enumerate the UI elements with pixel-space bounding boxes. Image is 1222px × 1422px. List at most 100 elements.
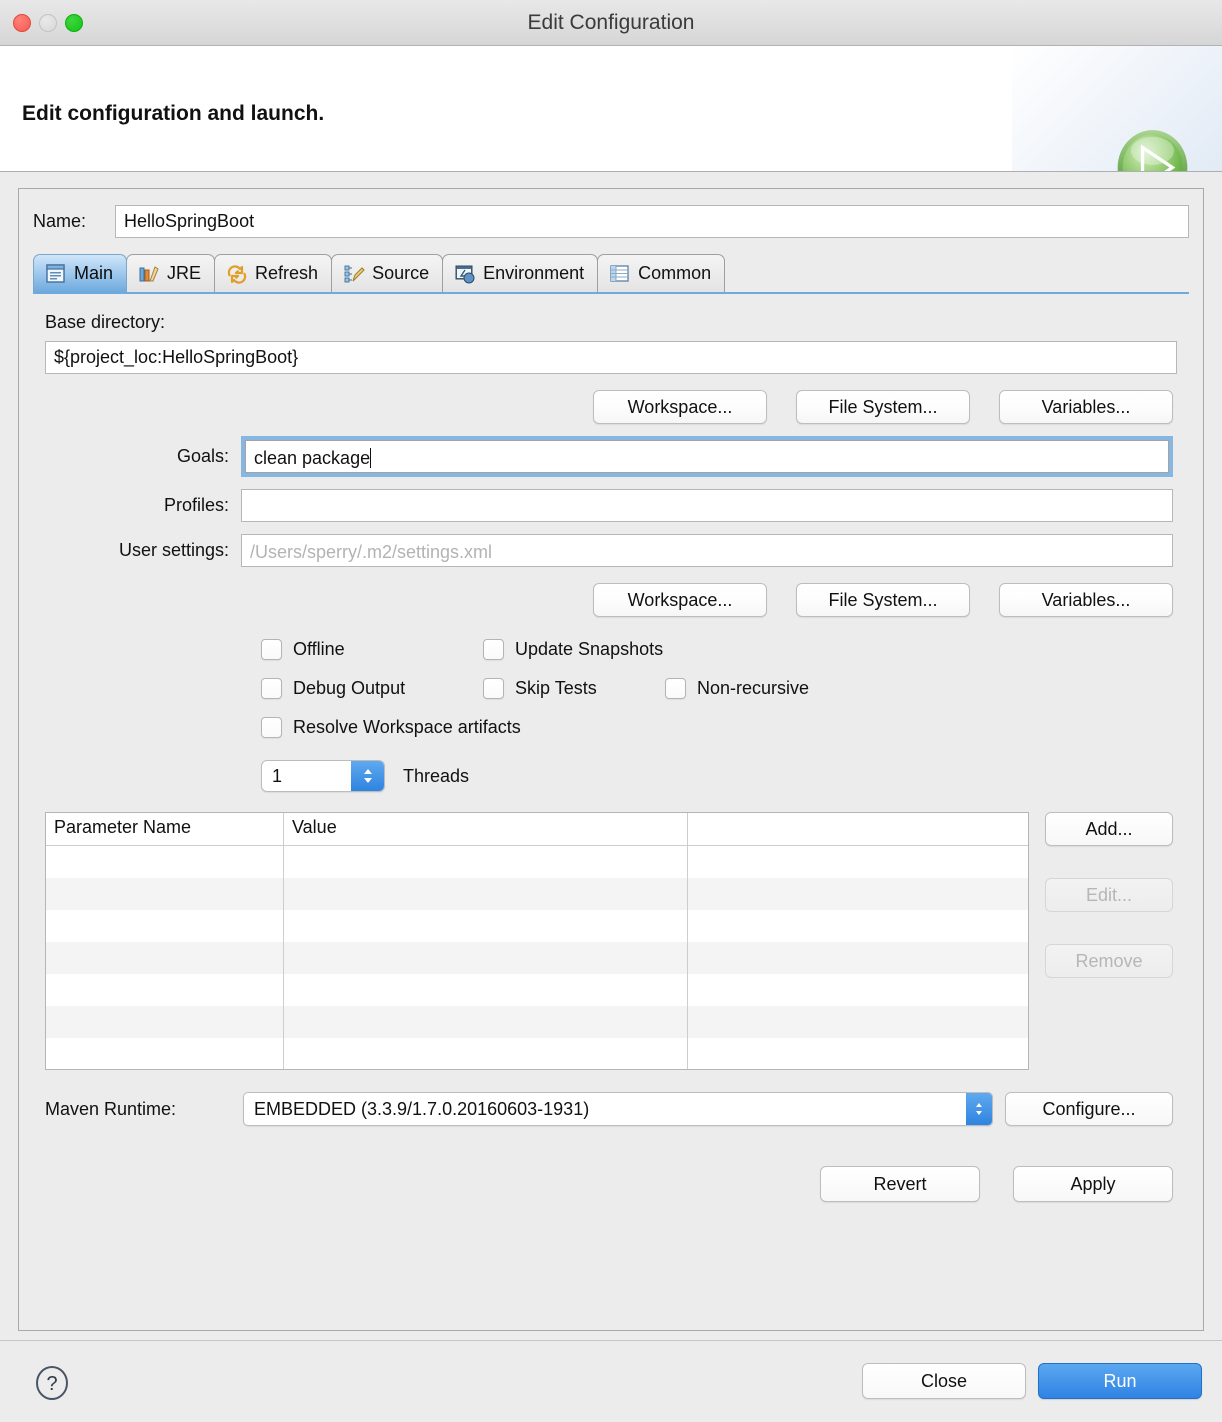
- checkbox-skip-tests-box[interactable]: [483, 678, 504, 699]
- tab-refresh[interactable]: Refresh: [214, 254, 333, 292]
- main-document-icon: [46, 263, 65, 283]
- checkbox-non-recursive[interactable]: Non-recursive: [665, 678, 809, 699]
- tab-environment[interactable]: Environment: [442, 254, 599, 292]
- base-directory-input[interactable]: [45, 341, 1177, 374]
- parameters-table-body: [46, 846, 1028, 1069]
- checkbox-skip-tests[interactable]: Skip Tests: [483, 678, 665, 699]
- table-row[interactable]: [46, 878, 1028, 910]
- file-system-button-top[interactable]: File System...: [796, 390, 970, 424]
- variables-button-bottom[interactable]: Variables...: [999, 583, 1173, 617]
- add-parameter-button[interactable]: Add...: [1045, 812, 1173, 846]
- checkbox-resolve-workspace-artifacts[interactable]: Resolve Workspace artifacts: [261, 717, 521, 738]
- tab-source-label: Source: [372, 263, 430, 283]
- table-row[interactable]: [46, 942, 1028, 974]
- configuration-groupbox: Name: Main: [18, 188, 1204, 1331]
- user-settings-placeholder: /Users/sperry/.m2/settings.xml: [250, 542, 493, 562]
- environment-icon: [455, 265, 475, 283]
- checkbox-skip-tests-label: Skip Tests: [515, 678, 597, 698]
- base-directory-label-row: Base directory:: [33, 304, 1189, 333]
- column-header-parameter-name[interactable]: Parameter Name: [46, 813, 284, 845]
- edit-parameter-button: Edit...: [1045, 878, 1173, 912]
- maven-runtime-label: Maven Runtime:: [45, 1098, 177, 1119]
- table-row[interactable]: [46, 846, 1028, 878]
- tab-common[interactable]: Common: [597, 254, 726, 292]
- variables-button-top[interactable]: Variables...: [999, 390, 1173, 424]
- maven-runtime-row: Maven Runtime: EMBEDDED (3.3.9/1.7.0.201…: [33, 1070, 1189, 1126]
- checkbox-update-snapshots[interactable]: Update Snapshots: [483, 639, 663, 660]
- run-green-play-icon: [1117, 130, 1188, 171]
- revert-button[interactable]: Revert: [820, 1166, 980, 1202]
- tab-main-label: Main: [74, 263, 114, 283]
- checkbox-offline-box[interactable]: [261, 639, 282, 660]
- window-titlebar: Edit Configuration: [0, 0, 1222, 46]
- close-window-icon[interactable]: [13, 13, 31, 32]
- base-directory-input-row: [33, 333, 1189, 374]
- workspace-button-bottom[interactable]: Workspace...: [593, 583, 767, 617]
- name-input[interactable]: [115, 205, 1189, 238]
- edit-configuration-dialog: Edit Configuration Edit configuration an…: [0, 0, 1222, 1422]
- apply-button[interactable]: Apply: [1013, 1166, 1173, 1202]
- column-header-value[interactable]: Value: [284, 813, 688, 845]
- remove-parameter-button: Remove: [1045, 944, 1173, 978]
- header-title: Edit configuration and launch.: [22, 102, 325, 125]
- checkbox-offline[interactable]: Offline: [261, 639, 483, 660]
- goals-input-value: clean package: [254, 448, 371, 468]
- dialog-header: Edit configuration and launch.: [0, 46, 1222, 172]
- parameters-table-header: Parameter Name Value: [46, 813, 1028, 846]
- checkbox-debug-output[interactable]: Debug Output: [261, 678, 483, 699]
- svg-text:?: ?: [46, 1373, 57, 1395]
- common-table-icon: [610, 264, 629, 282]
- threads-stepper[interactable]: 1: [261, 760, 385, 792]
- workspace-button-top[interactable]: Workspace...: [593, 390, 767, 424]
- table-row[interactable]: [46, 974, 1028, 1006]
- dialog-footer: ? Close Run: [0, 1340, 1222, 1422]
- profiles-row: Profiles:: [33, 489, 1189, 522]
- file-system-button-bottom[interactable]: File System...: [796, 583, 970, 617]
- threads-label: Threads: [403, 765, 470, 786]
- maven-runtime-select[interactable]: EMBEDDED (3.3.9/1.7.0.20160603-1931): [243, 1092, 993, 1126]
- profiles-input[interactable]: [241, 489, 1173, 522]
- user-settings-label: User settings:: [118, 540, 229, 560]
- checkbox-resolve-workspace-artifacts-box[interactable]: [261, 717, 282, 738]
- checkbox-non-recursive-box[interactable]: [665, 678, 686, 699]
- user-settings-input[interactable]: /Users/sperry/.m2/settings.xml: [241, 534, 1173, 567]
- revert-apply-row: Revert Apply: [33, 1126, 1189, 1202]
- user-settings-browse-buttons: Workspace... File System... Variables...: [33, 567, 1189, 617]
- threads-stepper-arrows-icon[interactable]: [351, 761, 384, 791]
- jre-books-icon: [139, 265, 159, 281]
- parameters-table[interactable]: Parameter Name Value: [45, 812, 1029, 1070]
- goals-input[interactable]: clean package: [245, 440, 1169, 473]
- text-caret: [370, 448, 372, 468]
- base-directory-browse-buttons: Workspace... File System... Variables...: [33, 374, 1189, 424]
- base-directory-label: Base directory:: [45, 312, 166, 332]
- tab-bar: Main JRE Refresh Source Environment Comm…: [33, 252, 1203, 292]
- tab-jre[interactable]: JRE: [126, 254, 216, 292]
- checkbox-line-2: Debug Output Skip Tests Non-recursive: [261, 678, 1189, 699]
- table-row[interactable]: [46, 1006, 1028, 1038]
- threads-value[interactable]: 1: [262, 761, 351, 791]
- tab-source[interactable]: Source: [331, 254, 444, 292]
- dialog-body: Name: Main: [0, 172, 1222, 1422]
- tab-main[interactable]: Main: [33, 254, 128, 292]
- name-row: Name:: [19, 189, 1203, 238]
- maven-runtime-chevron-icon[interactable]: [966, 1093, 992, 1125]
- profiles-label: Profiles:: [163, 495, 229, 515]
- close-button[interactable]: Close: [862, 1363, 1026, 1399]
- maximize-window-icon[interactable]: [65, 13, 83, 32]
- traffic-lights: [13, 13, 83, 32]
- table-row[interactable]: [46, 1038, 1028, 1069]
- checkbox-debug-output-box[interactable]: [261, 678, 282, 699]
- minimize-window-icon[interactable]: [39, 13, 57, 32]
- configure-button[interactable]: Configure...: [1005, 1092, 1173, 1126]
- run-button[interactable]: Run: [1038, 1363, 1202, 1399]
- checkbox-update-snapshots-box[interactable]: [483, 639, 504, 660]
- goals-label: Goals:: [176, 446, 229, 466]
- column-header-extra[interactable]: [688, 813, 1028, 845]
- checkbox-line-1: Offline Update Snapshots: [261, 639, 1189, 660]
- name-label: Name:: [33, 211, 87, 231]
- help-question-icon[interactable]: ?: [34, 1365, 70, 1401]
- parameters-table-buttons: Add... Edit... Remove: [1045, 812, 1173, 1070]
- refresh-arrows-icon: [227, 264, 247, 284]
- user-settings-row: User settings: /Users/sperry/.m2/setting…: [33, 534, 1189, 567]
- table-row[interactable]: [46, 910, 1028, 942]
